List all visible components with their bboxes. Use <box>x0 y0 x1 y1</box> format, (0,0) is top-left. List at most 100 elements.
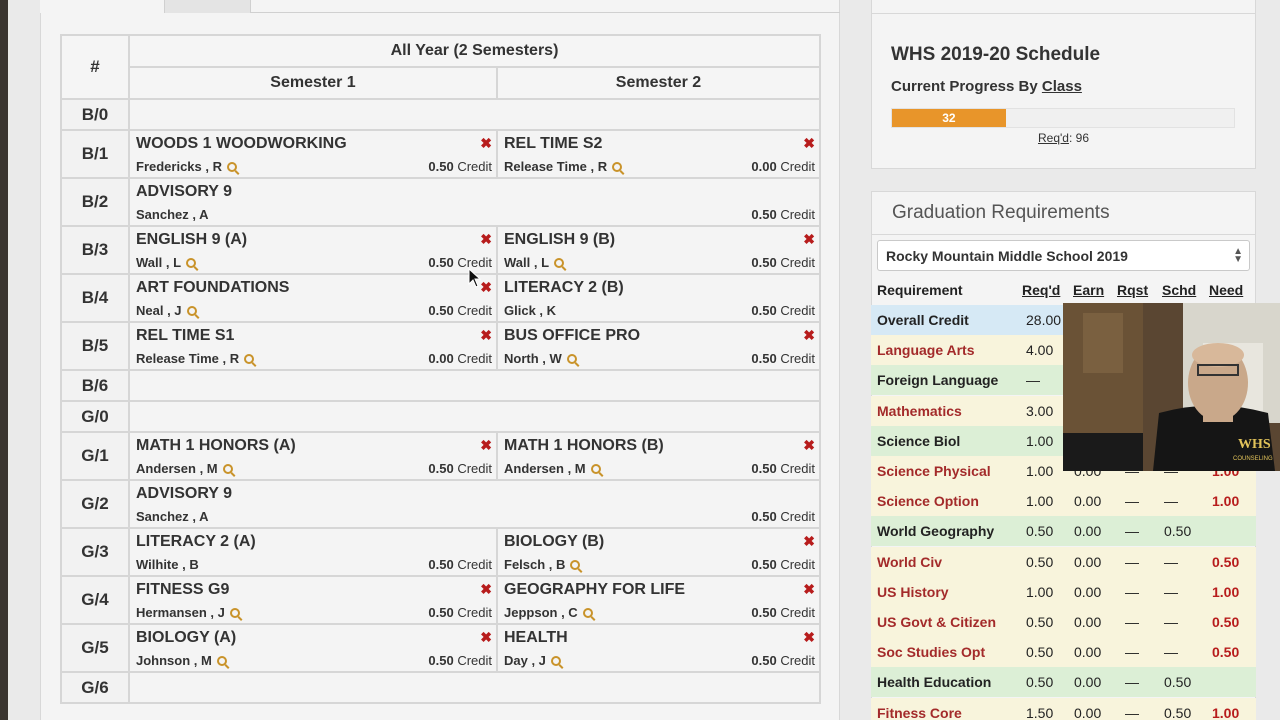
empty-slot[interactable] <box>128 400 821 433</box>
tab-1[interactable] <box>40 0 165 13</box>
reqd-header[interactable]: Req'd <box>1022 282 1060 298</box>
remove-course-icon[interactable]: ✖ <box>803 438 815 452</box>
credit-amount: 0.50 <box>428 605 454 620</box>
remove-course-icon[interactable]: ✖ <box>480 582 492 596</box>
course-name: ENGLISH 9 (A) <box>136 231 248 248</box>
course-cell-semester-2[interactable]: BUS OFFICE PRO North , W 0.50 Credit ✖ <box>496 321 821 371</box>
search-icon[interactable] <box>582 608 593 618</box>
course-cell[interactable]: ADVISORY 9 Sanchez , A 0.50 Credit <box>128 479 821 529</box>
period-label: G/2 <box>60 479 130 529</box>
requirement-reqd: 4.00 <box>1026 342 1054 359</box>
graduation-title: Graduation Requirements <box>892 202 1110 223</box>
course-cell-semester-2[interactable]: BIOLOGY (B) Felsch , B 0.50 Credit ✖ <box>496 527 821 577</box>
course-cell-semester-1[interactable]: FITNESS G9 Hermansen , J 0.50 Credit ✖ <box>128 575 498 625</box>
search-icon[interactable] <box>216 656 227 666</box>
remove-course-icon[interactable]: ✖ <box>803 534 815 548</box>
search-icon[interactable] <box>550 656 561 666</box>
remove-course-icon[interactable]: ✖ <box>480 630 492 644</box>
course-cell-semester-2[interactable]: REL TIME S2 Release Time , R 0.00 Credit ✖ <box>496 129 821 179</box>
period-label: G/0 <box>60 400 130 433</box>
credit-amount: 0.50 <box>751 653 777 668</box>
shirt-text: WHS <box>1238 437 1271 452</box>
course-name: LITERACY 2 (B) <box>504 279 624 296</box>
teacher-name: Release Time , R <box>504 159 623 174</box>
shirt-subtext: COUNSELING <box>1233 456 1273 462</box>
school-select[interactable]: Rocky Mountain Middle School 2019 ▲ ▼ <box>877 240 1250 271</box>
course-cell-semester-2[interactable]: ENGLISH 9 (B) Wall , L 0.50 Credit ✖ <box>496 225 821 275</box>
search-icon[interactable] <box>590 464 601 474</box>
course-name: ADVISORY 9 <box>136 485 233 502</box>
search-icon[interactable] <box>612 162 623 172</box>
teacher-label: Release Time , R <box>136 351 240 366</box>
course-cell-semester-1[interactable]: MATH 1 HONORS (A) Andersen , M 0.50 Credit… <box>128 431 498 481</box>
requirement-earn: 0.00 <box>1074 674 1102 691</box>
course-cell-semester-1[interactable]: REL TIME S1 Release Time , R 0.00 Credit ✖ <box>128 321 498 371</box>
remove-course-icon[interactable]: ✖ <box>480 438 492 452</box>
schedule-row: G/0 <box>60 400 821 433</box>
remove-course-icon[interactable]: ✖ <box>480 136 492 150</box>
remove-course-icon[interactable]: ✖ <box>803 582 815 596</box>
credit-label: Credit <box>780 207 815 222</box>
search-icon[interactable] <box>244 354 255 364</box>
credit-amount: 0.00 <box>751 159 777 174</box>
progress-by-class-link[interactable]: Class <box>1042 78 1082 95</box>
teacher-label: Hermansen , J <box>136 605 225 620</box>
credit-amount: 0.50 <box>751 557 777 572</box>
requirement-reqd: 28.00 <box>1026 312 1062 328</box>
teacher-name: Jeppson , C <box>504 605 593 620</box>
remove-course-icon[interactable]: ✖ <box>480 280 492 294</box>
course-cell-semester-1[interactable]: WOODS 1 WOODWORKING Fredericks , R 0.50 Cr… <box>128 129 498 179</box>
credit-label: Credit <box>457 303 492 318</box>
credit-amount: 0.50 <box>751 351 777 366</box>
need-header[interactable]: Need <box>1209 282 1243 298</box>
course-cell-semester-1[interactable]: ART FOUNDATIONS Neal , J 0.50 Credit ✖ <box>128 273 498 323</box>
empty-slot[interactable] <box>128 98 821 131</box>
requirement-earn: 0.00 <box>1074 523 1102 540</box>
schd-header[interactable]: Schd <box>1162 282 1196 298</box>
course-cell-semester-2[interactable]: GEOGRAPHY FOR LIFE Jeppson , C 0.50 Credit… <box>496 575 821 625</box>
remove-course-icon[interactable]: ✖ <box>803 328 815 342</box>
remove-course-icon[interactable]: ✖ <box>803 232 815 246</box>
search-icon[interactable] <box>227 162 237 172</box>
rqst-header[interactable]: Rqst <box>1117 282 1148 298</box>
course-cell[interactable]: ADVISORY 9 Sanchez , A 0.50 Credit <box>128 177 821 227</box>
course-name: REL TIME S1 <box>136 327 235 344</box>
schedule-row: B/3 ENGLISH 9 (A) Wall , L 0.50 Credit ✖ ENGL… <box>60 225 821 275</box>
requirement-need: 1.00 <box>1212 583 1240 600</box>
empty-slot[interactable] <box>128 369 821 402</box>
requirement-reqd: 1.50 <box>1026 704 1054 720</box>
remove-course-icon[interactable]: ✖ <box>803 630 815 644</box>
search-icon[interactable] <box>570 560 581 570</box>
credit-label: Credit <box>780 557 815 572</box>
course-cell-semester-2[interactable]: MATH 1 HONORS (B) Andersen , M 0.50 Credit… <box>496 431 821 481</box>
tab-2[interactable] <box>165 0 251 13</box>
requirement-row: World Civ 0.50 0.00 — — 0.50 <box>871 546 1256 577</box>
search-icon[interactable] <box>566 354 577 364</box>
course-cell-semester-1[interactable]: ENGLISH 9 (A) Wall , L 0.50 Credit ✖ <box>128 225 498 275</box>
course-cell-semester-2[interactable]: LITERACY 2 (B) Glick , K 0.50 Credit <box>496 273 821 323</box>
search-icon[interactable] <box>186 258 197 268</box>
search-icon[interactable] <box>186 306 197 316</box>
credit-value: 0.50 Credit <box>751 303 815 318</box>
requirement-reqd: 1.00 <box>1026 463 1054 479</box>
requirement-name: Language Arts <box>877 342 975 359</box>
credit-label: Credit <box>780 461 815 476</box>
search-icon[interactable] <box>554 258 565 268</box>
credit-label: Credit <box>780 159 815 174</box>
course-cell-semester-1[interactable]: LITERACY 2 (A) Wilhite , B 0.50 Credit <box>128 527 498 577</box>
period-label: B/5 <box>60 321 130 371</box>
teacher-label: Fredericks , R <box>136 159 222 174</box>
divider <box>872 234 1255 235</box>
earn-header[interactable]: Earn <box>1073 282 1104 298</box>
requirement-rqst: — <box>1125 523 1139 540</box>
empty-slot[interactable] <box>128 671 821 704</box>
credit-amount: 0.50 <box>428 159 454 174</box>
course-cell-semester-1[interactable]: BIOLOGY (A) Johnson , M 0.50 Credit ✖ <box>128 623 498 673</box>
course-cell-semester-2[interactable]: HEALTH Day , J 0.50 Credit ✖ <box>496 623 821 673</box>
search-icon[interactable] <box>229 608 240 618</box>
remove-course-icon[interactable]: ✖ <box>803 136 815 150</box>
remove-course-icon[interactable]: ✖ <box>480 328 492 342</box>
required-credits-note: Req'd: 96 <box>1038 131 1089 145</box>
search-icon[interactable] <box>222 464 233 474</box>
remove-course-icon[interactable]: ✖ <box>480 232 492 246</box>
